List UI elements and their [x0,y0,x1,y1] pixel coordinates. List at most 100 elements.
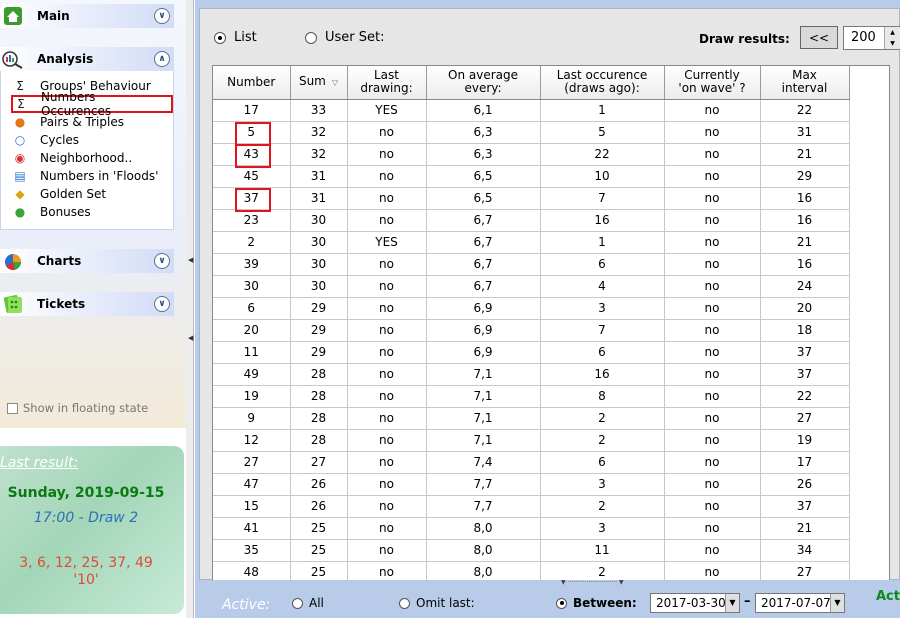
cell-value: no [379,521,394,535]
section-header-main[interactable]: Main ∨ [0,4,174,28]
cycles-icon: ○ [14,133,26,147]
previous-button[interactable]: << [800,26,838,49]
table-cell: 19 [213,385,291,408]
date-from-value[interactable]: 2017-03-30 [656,596,726,610]
resize-handle-icon[interactable]: ▼ ·························· ▼ [561,579,624,586]
dropdown-arrow-icon[interactable]: ▼ [830,594,844,612]
cell-value: 30 [310,279,327,293]
radio-selected[interactable] [556,597,567,609]
analysis-item-cycles[interactable]: ○ Cycles [12,131,79,149]
table-row[interactable]: 48 25 no 8,0 2 no 27 [213,561,850,580]
last-result-bonus: '10' [73,572,99,588]
analysis-item-neighborhood[interactable]: ◉ Neighborhood.. [12,149,132,167]
table-cell: no [664,253,761,276]
table-row[interactable]: 9 28 no 7,1 2 no 27 [213,407,850,430]
table-cell: 27 [213,451,291,474]
table-cell: 16 [760,253,850,276]
column-header[interactable]: Last drawing: [347,66,427,100]
date-to-value[interactable]: 2017-07-07 [761,596,831,610]
analysis-item-label: Pairs & Triples [40,115,124,129]
table-row[interactable]: 35 25 no 8,0 11 no 34 [213,539,850,562]
table-cell: no [347,187,427,210]
table-cell: 22 [760,99,850,122]
radio-selected[interactable] [214,31,226,44]
between-radio[interactable]: Between: [556,596,637,610]
table-cell: 6,5 [426,187,541,210]
table-row[interactable]: 37 31 no 6,5 7 no 16 [213,187,850,211]
table-row[interactable]: 19 28 no 7,1 8 no 22 [213,385,850,408]
user-set-radio[interactable]: User Set: [305,30,385,45]
last-result-panel: Last result: Sunday, 2019-09-15 17:00 - … [0,446,184,614]
table-row[interactable]: 12 28 no 7,1 2 no 19 [213,429,850,452]
section-header-charts[interactable]: Charts ∨ [0,249,174,273]
column-header[interactable]: Currently'on wave' ? [664,66,761,100]
table-row[interactable]: 6 29 no 6,9 3 no 20 [213,297,850,320]
section-header-analysis[interactable]: Analysis ∧ [0,47,174,71]
column-header[interactable]: On average every: [426,66,541,100]
analysis-item-numbers-in-floods[interactable]: ▤ Numbers in 'Floods' [12,167,158,185]
analysis-item-bonuses[interactable]: ● Bonuses [12,203,91,221]
cell-value: 2 [598,499,606,513]
chevron-down-icon[interactable]: ∨ [154,253,170,269]
analysis-item-numbers-occurences[interactable]: Σ Numbers Occurences [11,90,173,118]
cell-value: 29 [310,323,327,337]
analysis-item-golden-set[interactable]: ◆ Golden Set [12,185,106,203]
highlighted-number-cell: 5 [213,121,291,145]
table-cell: 27 [760,561,850,580]
cell-value: 21 [796,147,813,161]
table-cell: 30 [213,275,291,298]
table-row[interactable]: 45 31 no 6,5 10 no 29 [213,165,850,188]
table-row[interactable]: 20 29 no 6,9 7 no 18 [213,319,850,342]
cell-value: 34 [796,543,813,557]
chevron-up-icon[interactable]: ∧ [154,51,170,67]
section-header-tickets[interactable]: Tickets ∨ [0,292,174,316]
table-row[interactable]: 11 29 no 6,9 6 no 37 [213,341,850,364]
radio-unselected[interactable] [305,31,317,44]
table-row[interactable]: 17 33 YES 6,1 1 no 22 [213,99,850,122]
dropdown-arrow-icon[interactable]: ▼ [725,594,739,612]
table-row[interactable]: 27 27 no 7,4 6 no 17 [213,451,850,474]
radio-unselected[interactable] [399,597,410,609]
sort-descending-icon[interactable]: ▽ [332,78,338,87]
table-row[interactable]: 41 25 no 8,0 3 no 21 [213,517,850,540]
column-header[interactable]: Sum ▽ [290,66,348,100]
draw-count-value[interactable]: 200 [851,30,876,45]
table-row[interactable]: 39 30 no 6,7 6 no 16 [213,253,850,276]
checkbox[interactable] [7,402,18,414]
date-from-picker[interactable]: 2017-03-30 ▼ [650,593,740,613]
cell-value: no [704,367,720,381]
cell-value: 27 [796,411,813,425]
draw-count-spinner[interactable]: 200 ▲ ▼ [843,26,900,50]
table-row[interactable]: 15 26 no 7,7 2 no 37 [213,495,850,518]
analysis-item-pairs-triples[interactable]: ● Pairs & Triples [12,113,124,131]
chevron-down-icon[interactable]: ∨ [154,8,170,24]
table-row[interactable]: 30 30 no 6,7 4 no 24 [213,275,850,298]
table-row[interactable]: 47 26 no 7,7 3 no 26 [213,473,850,496]
table-row[interactable]: 43 32 no 6,3 22 no 21 [213,143,850,167]
table-cell: no [664,517,761,540]
cell-value: 47 [243,477,259,491]
table-cell: 7,7 [426,473,541,496]
chevron-down-icon[interactable]: ∨ [154,296,170,312]
radio-unselected[interactable] [292,597,303,609]
sidebar-splitter[interactable] [186,0,194,618]
table-row[interactable]: 49 28 no 7,1 16 no 37 [213,363,850,386]
omit-last-radio[interactable]: Omit last: [399,596,475,610]
cell-value: 15 [243,499,259,513]
spinner-arrows-icon[interactable]: ▲ ▼ [884,27,900,49]
column-header[interactable]: Max interval [760,66,850,100]
analysis-item-label: Numbers in 'Floods' [40,169,159,183]
show-floating-checkbox[interactable]: Show in floating state [7,401,148,415]
column-header[interactable]: Last occurence (draws ago): [540,66,665,100]
table-row[interactable]: 5 32 no 6,3 5 no 31 [213,121,850,145]
cell-value: no [704,323,720,337]
table-row[interactable]: 2 30 YES 6,7 1 no 21 [213,231,850,254]
cell-value: no [704,235,720,249]
truncated-action-label[interactable]: Act [876,589,900,604]
date-to-picker[interactable]: 2017-07-07 ▼ [755,593,845,613]
cell-value: 17 [796,455,813,469]
table-row[interactable]: 23 30 no 6,7 16 no 16 [213,209,850,232]
list-radio[interactable]: List [214,30,257,45]
all-radio[interactable]: All [292,596,324,610]
column-header[interactable]: Number [213,66,291,100]
